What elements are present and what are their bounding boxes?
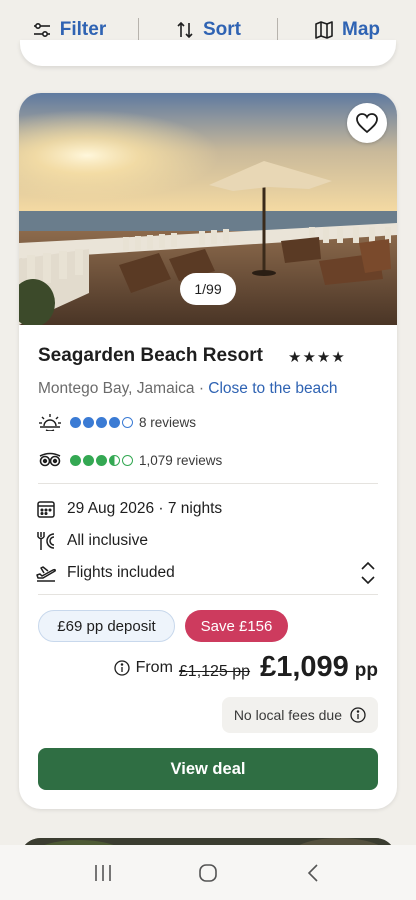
info-icon: [350, 707, 366, 723]
fork-knife-icon: [35, 530, 57, 552]
tripadvisor-owl-icon: [38, 450, 64, 470]
tripadvisor-rating-dots: [70, 454, 133, 466]
location-text: Montego Bay, Jamaica ·: [38, 380, 209, 397]
sort-label: Sort: [203, 19, 241, 40]
rating-dot: [96, 416, 107, 428]
flights-text: Flights included: [67, 564, 175, 581]
dates-row: 29 Aug 2026 · 7 nights: [35, 498, 222, 520]
back-button[interactable]: [293, 853, 333, 893]
divider: [38, 594, 378, 595]
rating-dot: [96, 454, 107, 466]
divider: [38, 483, 378, 484]
hotel-photo[interactable]: 1/99: [19, 93, 397, 325]
old-price: £1,125 pp: [178, 663, 251, 680]
recents-icon: [94, 864, 111, 881]
map-label: Map: [342, 19, 380, 40]
listing-card[interactable]: 1/99 Seagarden Beach Resort ★★★★ Montego…: [19, 93, 397, 809]
calendar-icon: [35, 498, 57, 520]
heart-outline-icon: [356, 113, 378, 134]
traveller-rating-dots: [70, 416, 133, 428]
dates-text: 29 Aug 2026 · 7 nights: [67, 500, 223, 517]
recents-button[interactable]: [83, 853, 123, 893]
expand-chevron-icon[interactable]: [359, 560, 377, 586]
view-deal-button[interactable]: View deal: [38, 748, 378, 790]
previous-listing-card[interactable]: [20, 40, 396, 66]
deposit-chip: £69 pp deposit: [38, 610, 175, 642]
price-row: From £1,125 pp £1,099 pp: [113, 651, 378, 684]
rating-dot: [109, 454, 120, 466]
sun-icon: [38, 412, 64, 432]
hotel-name[interactable]: Seagarden Beach Resort: [38, 345, 263, 367]
favorite-button[interactable]: [347, 103, 387, 143]
location-tag-link[interactable]: Close to the beach: [208, 380, 337, 397]
system-navigation-bar: [0, 845, 416, 900]
map-icon: [315, 21, 333, 39]
save-badge: Save £156: [185, 610, 288, 642]
traveller-rating[interactable]: 8 reviews: [38, 412, 196, 432]
board-row: All inclusive: [35, 530, 148, 552]
star-rating: ★★★★: [288, 349, 346, 366]
tripadvisor-rating[interactable]: 1,079 reviews: [38, 450, 222, 470]
rating-dot: [122, 416, 133, 428]
tripadvisor-reviews-count: 1,079 reviews: [139, 452, 223, 468]
back-icon: [308, 863, 318, 882]
traveller-reviews-count: 8 reviews: [139, 414, 197, 430]
flights-row[interactable]: Flights included: [35, 562, 175, 584]
price-unit: pp: [354, 660, 378, 681]
price: £1,099: [260, 651, 349, 683]
home-button[interactable]: [188, 853, 228, 893]
from-label: From: [135, 659, 173, 676]
location-line: Montego Bay, Jamaica · Close to the beac…: [38, 380, 338, 398]
fees-text: No local fees due: [233, 707, 342, 723]
home-icon: [199, 863, 217, 882]
plane-departure-icon: [35, 562, 57, 584]
rating-dot: [70, 416, 81, 428]
rating-dot: [83, 416, 94, 428]
board-text: All inclusive: [67, 532, 148, 549]
image-counter: 1/99: [180, 273, 236, 305]
rating-dot: [83, 454, 94, 466]
rating-dot: [109, 416, 120, 428]
rating-dot: [70, 454, 81, 466]
filter-sliders-icon: [33, 22, 50, 38]
price-from: From: [113, 659, 173, 677]
rating-dot: [122, 454, 133, 466]
fees-note[interactable]: No local fees due: [221, 697, 378, 733]
sort-arrows-icon: [177, 21, 193, 39]
info-icon[interactable]: [113, 660, 130, 676]
filter-label: Filter: [59, 19, 107, 40]
